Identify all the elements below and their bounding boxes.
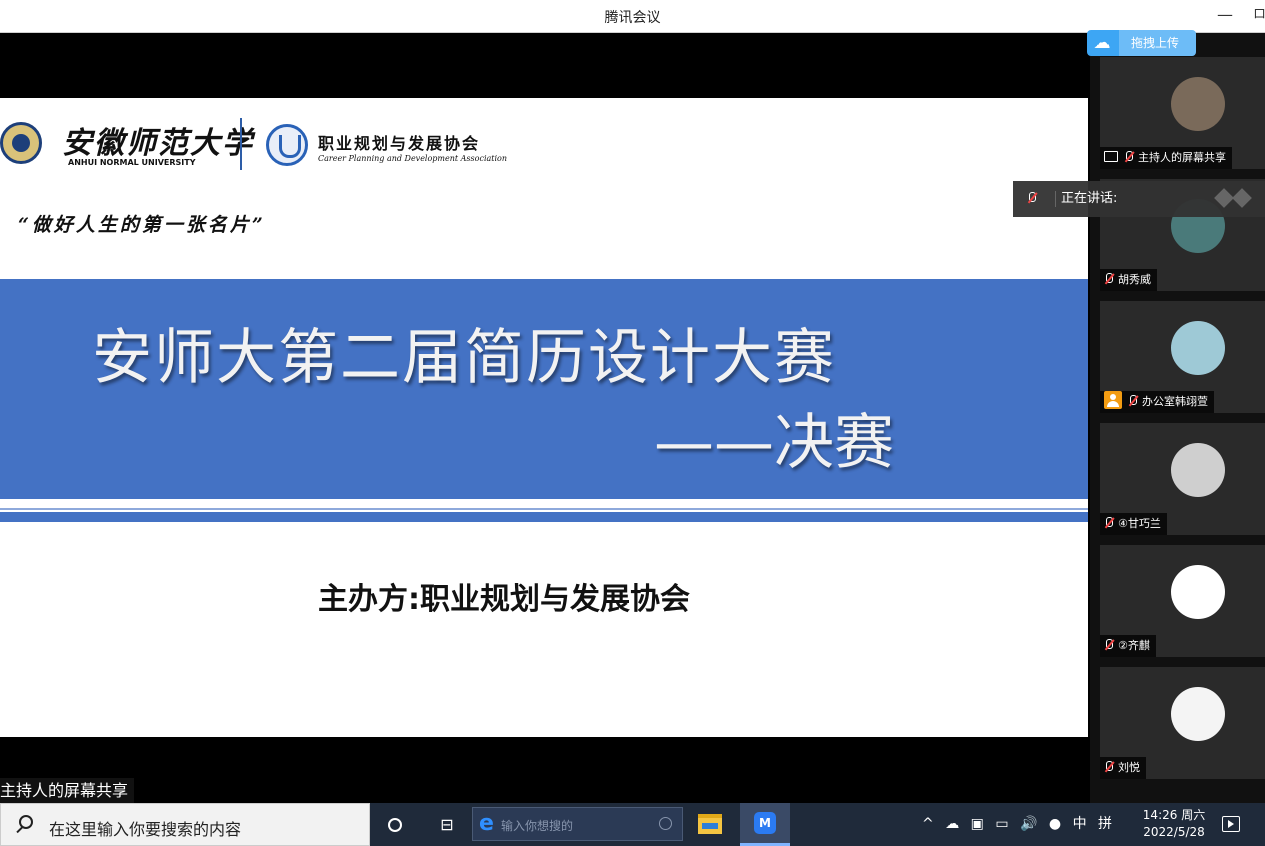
speaking-wave-icon	[1213, 188, 1263, 208]
search-icon	[19, 815, 33, 829]
speaking-indicator: 正在讲话:	[1013, 181, 1265, 217]
participant-tile[interactable]: 主持人的屏幕共享	[1100, 57, 1265, 169]
ime-mode-indicator[interactable]: 中	[1073, 803, 1087, 846]
participant-label: ④甘巧兰	[1100, 513, 1167, 535]
cloud-icon: ☁	[1093, 33, 1111, 53]
participant-name: ④甘巧兰	[1118, 517, 1161, 530]
taskbar-search-placeholder: 在这里输入你要搜索的内容	[49, 820, 242, 839]
presentation-slide: 安徽师范大学 ANHUI NORMAL UNIVERSITY 职业规划与发展协会…	[0, 98, 1088, 737]
system-tray: ^ ☁ ▣ ▭ 🔊 ● 中 拼	[922, 803, 1119, 846]
participant-label: ②齐麒	[1100, 635, 1156, 657]
participant-name: 刘悦	[1118, 761, 1140, 774]
avatar	[1171, 77, 1225, 131]
participant-label: 胡秀威	[1100, 269, 1157, 291]
window-titlebar: 腾讯会议 — ロ	[0, 0, 1265, 33]
participant-label: 主持人的屏幕共享	[1100, 147, 1232, 169]
battery-icon[interactable]: ▭	[995, 803, 1008, 846]
mic-muted-icon	[1104, 517, 1114, 529]
avatar	[1171, 321, 1225, 375]
search-icon	[659, 817, 672, 830]
slide-title-line1: 安师大第二届简历设计大赛	[92, 323, 836, 393]
participant-name: ②齐麒	[1118, 639, 1150, 652]
clock-date: 2022/5/28	[1143, 825, 1205, 839]
slide-stripe	[0, 512, 1088, 522]
participant-label: 刘悦	[1100, 757, 1146, 779]
minimize-button[interactable]: —	[1215, 4, 1235, 26]
association-logo-icon	[266, 124, 308, 166]
notification-center-icon[interactable]	[1222, 816, 1240, 832]
participant-tile[interactable]: ②齐麒	[1100, 545, 1265, 657]
speaking-label: 正在讲话:	[1061, 191, 1118, 206]
task-view-button[interactable]: ⊟	[432, 803, 462, 846]
mic-muted-icon	[1104, 639, 1114, 651]
shared-screen-area: 安徽师范大学 ANHUI NORMAL UNIVERSITY 职业规划与发展协会…	[0, 33, 1090, 803]
screen-share-icon	[1104, 151, 1118, 162]
restore-button[interactable]: ロ	[1253, 4, 1265, 26]
file-explorer-icon[interactable]	[698, 814, 722, 834]
participant-tile[interactable]: 刘悦	[1100, 667, 1265, 779]
taskbar: 在这里输入你要搜索的内容 ⊟ e 输入你想搜的 M ^ ☁ ▣ ▭ 🔊 ● 中 …	[0, 803, 1265, 846]
cortana-circle-icon	[388, 818, 402, 832]
taskbar-clock[interactable]: 14:26 周六 2022/5/28	[1140, 807, 1208, 841]
screen-share-label: 主持人的屏幕共享	[0, 778, 135, 803]
microphone-icon[interactable]: ●	[1049, 803, 1061, 846]
avatar	[1171, 687, 1225, 741]
network-icon[interactable]: ▣	[971, 803, 984, 846]
drag-upload-button[interactable]: ☁ 拖拽上传	[1087, 30, 1196, 56]
browser-search-placeholder: 输入你想搜的	[501, 819, 574, 833]
drag-upload-label: 拖拽上传	[1119, 30, 1196, 56]
tencent-meeting-icon: M	[754, 812, 776, 834]
slide-thin-stripe	[0, 508, 1088, 510]
tray-expand-icon[interactable]: ^	[922, 803, 934, 846]
participant-name: 主持人的屏幕共享	[1138, 151, 1226, 164]
volume-icon[interactable]: 🔊	[1020, 803, 1037, 846]
tencent-meeting-taskbar-button[interactable]: M	[740, 803, 790, 846]
ime-pinyin-icon[interactable]: 拼	[1098, 803, 1112, 846]
edge-icon: e	[479, 811, 494, 836]
onedrive-icon[interactable]: ☁	[945, 803, 959, 846]
slide-title-line2: ——决赛	[654, 408, 894, 478]
clock-time: 14:26 周六	[1142, 808, 1206, 822]
slide-logo-row: 安徽师范大学 ANHUI NORMAL UNIVERSITY 职业规划与发展协会…	[0, 108, 520, 170]
slide-organizer: 主办方:职业规划与发展协会	[318, 582, 690, 617]
mic-muted-icon	[1104, 761, 1114, 773]
slide-title-banner: 安师大第二届简历设计大赛 ——决赛	[0, 279, 1088, 499]
association-name-cn: 职业规划与发展协会	[318, 134, 481, 153]
mic-muted-icon	[1124, 151, 1134, 163]
mic-muted-icon	[1104, 273, 1114, 285]
university-name-en: ANHUI NORMAL UNIVERSITY	[68, 158, 196, 167]
participant-label: 办公室韩翊萱	[1100, 391, 1214, 413]
window-title: 腾讯会议	[604, 10, 661, 26]
person-icon	[1104, 391, 1122, 409]
university-name-cn: 安徽师范大学	[62, 126, 254, 161]
mic-muted-icon	[1027, 192, 1037, 204]
participant-name: 胡秀威	[1118, 273, 1151, 286]
mic-muted-icon	[1128, 395, 1138, 407]
slide-motto: “做好人生的第一张名片”	[18, 214, 266, 236]
cortana-button[interactable]	[380, 803, 410, 846]
speaking-divider	[1055, 191, 1056, 207]
participant-name: 办公室韩翊萱	[1142, 395, 1208, 408]
avatar	[1171, 443, 1225, 497]
avatar	[1171, 565, 1225, 619]
participant-tile[interactable]: 办公室韩翊萱	[1100, 301, 1265, 413]
university-seal-icon	[0, 122, 42, 164]
association-name-en: Career Planning and Development Associat…	[318, 154, 508, 163]
participant-tile[interactable]: ④甘巧兰	[1100, 423, 1265, 535]
browser-search-box[interactable]: e 输入你想搜的	[472, 807, 683, 841]
taskbar-search-box[interactable]: 在这里输入你要搜索的内容	[0, 803, 370, 846]
logo-divider	[240, 118, 242, 170]
